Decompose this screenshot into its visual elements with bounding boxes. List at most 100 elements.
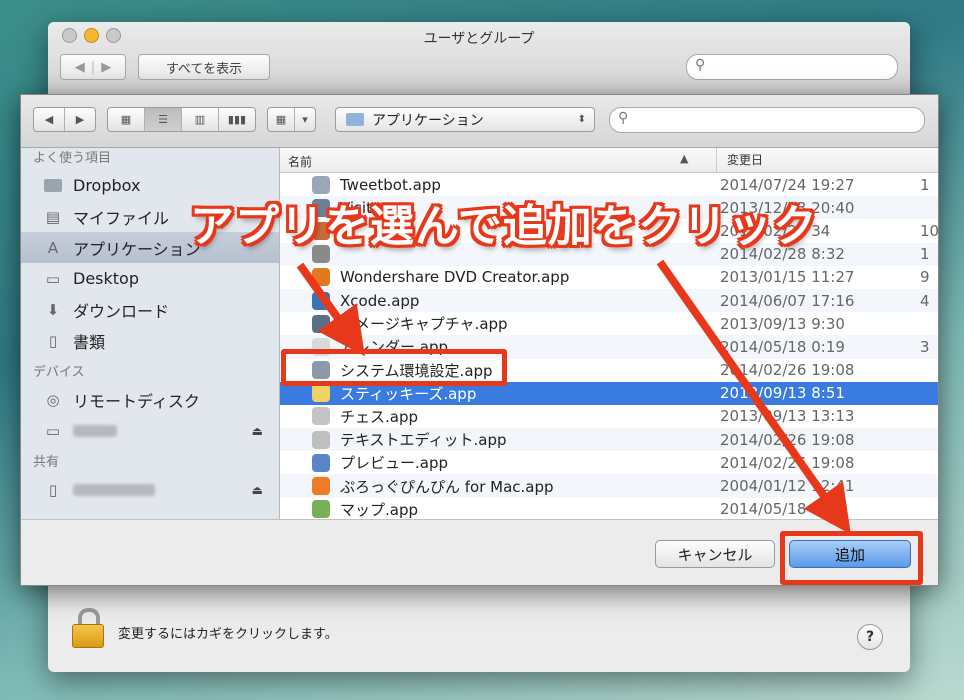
updown-chevron-icon: ⬍: [577, 114, 586, 125]
sidebar-item-label: マイファイル: [73, 208, 170, 228]
file-size: 3: [920, 337, 930, 356]
table-row[interactable]: テキストエディット.app 2014/02/26 19:08: [280, 428, 938, 452]
name-column-header[interactable]: 名前: [288, 153, 312, 170]
sidebar-item-device-blurred[interactable]: ▭ ⏏: [21, 415, 279, 446]
lock-label: 変更するにはカギをクリックします。: [118, 627, 338, 642]
location-label: アプリケーション: [372, 112, 484, 129]
icon-view-icon[interactable]: ▦: [108, 108, 145, 131]
file-date: 2013/09/13 13:13: [720, 407, 855, 426]
file-name: Xcode.app: [340, 291, 420, 310]
folder-icon: [346, 113, 364, 126]
file-size: 4: [920, 291, 930, 310]
blurred-shared-name: [73, 483, 155, 496]
search-icon: ⚲: [618, 110, 629, 126]
favorites-heading: よく使う項目: [33, 151, 112, 166]
table-row[interactable]: Xcode.app 2014/06/07 17:16 4: [280, 288, 938, 313]
all-my-files-icon: ▤: [45, 207, 61, 226]
location-popup[interactable]: アプリケーション ⬍: [335, 107, 595, 132]
eject-icon[interactable]: ⏏: [252, 424, 263, 438]
table-row[interactable]: Wondershare DVD Creator.app 2013/01/15 11…: [280, 266, 938, 289]
file-name: Wondershare DVD Creator.app: [340, 268, 570, 287]
file-size: 9: [920, 268, 930, 287]
file-name: マップ.app: [340, 500, 419, 519]
desktop-icon: ▭: [45, 269, 61, 288]
eject-icon[interactable]: ⏏: [252, 483, 263, 497]
file-name: イメージキャプチャ.app: [340, 315, 508, 334]
sidebar-item-documents[interactable]: ▯ 書類: [21, 325, 279, 356]
file-name: チェス.app: [340, 407, 419, 426]
applications-icon: A: [47, 238, 59, 257]
sidebar-item-label: ダウンロード: [73, 301, 170, 321]
prefs-search-field[interactable]: ⚲: [686, 54, 898, 80]
sidebar-item-label: リモートディスク: [73, 391, 200, 411]
app-icon: [312, 291, 330, 310]
file-date: 2014/02/26 19:08: [720, 453, 855, 472]
file-size: 1: [920, 175, 930, 194]
app-icon: [312, 314, 330, 333]
list-view-icon[interactable]: ☰: [145, 108, 182, 131]
view-mode-control[interactable]: ▦ ☰ ▥ ▮▮▮: [107, 107, 256, 132]
back-forward-buttons[interactable]: ◀ | ▶: [60, 54, 126, 80]
file-date: 2004/01/12 12:41: [720, 477, 855, 496]
app-icon: [312, 477, 330, 496]
app-icon: [312, 430, 330, 449]
shared-heading: 共有: [33, 455, 60, 470]
arrange-menu[interactable]: ▦ ▾: [267, 107, 316, 132]
file-date: 2013/09/13 9:30: [720, 314, 845, 333]
table-row[interactable]: ぷろっぐぴんぴん for Mac.app 2004/01/12 12:41: [280, 474, 938, 498]
computer-icon: ▯: [48, 480, 58, 499]
sidebar-item-shared-blurred[interactable]: ▯ ⏏: [21, 474, 279, 505]
search-icon: ⚲: [695, 57, 706, 73]
devices-heading: デバイス: [33, 365, 85, 380]
app-icon: [312, 407, 330, 426]
sidebar-item-label: 書類: [73, 332, 106, 352]
sidebar-item-label: アプリケーション: [73, 239, 201, 259]
instruction-banner: アプリを選んで追加をクリック: [190, 201, 818, 252]
forward-arrow-icon[interactable]: ▶: [101, 60, 111, 75]
window-titlebar: ユーザとグループ ◀ | ▶ すべてを表示 ⚲: [48, 22, 910, 95]
open-file-sheet: ◀ ▶ ▦ ☰ ▥ ▮▮▮ ▦ ▾ アプリケーション ⬍ ⚲ よく使う項目 Dr…: [20, 94, 939, 586]
lock-icon[interactable]: [72, 608, 104, 648]
file-name: プレビュー.app: [340, 454, 449, 473]
file-date: 2013/09/13 8:51: [720, 384, 845, 403]
column-view-icon[interactable]: ▥: [182, 108, 219, 131]
sidebar-item-downloads[interactable]: ⬇ ダウンロード: [21, 294, 279, 325]
forward-arrow-icon[interactable]: ▶: [65, 108, 95, 131]
sidebar-item-desktop[interactable]: ▭ Desktop: [21, 263, 279, 294]
highlight-add-button: [780, 531, 923, 585]
file-date: 2013/01/15 11:27: [720, 268, 855, 287]
cancel-button[interactable]: キャンセル: [655, 540, 775, 568]
file-name: ぷろっぐぴんぴん for Mac.app: [340, 477, 554, 496]
table-row[interactable]: チェス.app 2013/09/13 13:13: [280, 405, 938, 428]
table-row[interactable]: マップ.app 2014/05/18 19: [280, 498, 938, 519]
coverflow-view-icon[interactable]: ▮▮▮: [219, 108, 255, 131]
chevron-down-icon[interactable]: ▾: [295, 108, 315, 131]
file-size: 1: [920, 245, 930, 264]
show-all-button[interactable]: すべてを表示: [138, 54, 270, 80]
table-row[interactable]: イメージキャプチャ.app 2013/09/13 9:30: [280, 312, 938, 335]
folder-icon: [43, 177, 63, 195]
sidebar-item-label: Dropbox: [73, 176, 141, 195]
table-row[interactable]: プレビュー.app 2014/02/26 19:08: [280, 451, 938, 474]
file-date: 2014/02/26 19:08: [720, 430, 855, 449]
sidebar-item-remote-disc[interactable]: ◎ リモートディスク: [21, 384, 279, 415]
blurred-device-name: [73, 424, 117, 437]
back-arrow-icon[interactable]: ◀: [75, 60, 85, 75]
nav-back-forward[interactable]: ◀ ▶: [33, 107, 96, 132]
arrange-icon[interactable]: ▦: [268, 108, 295, 131]
file-date: 2014/05/18 0:19: [720, 337, 845, 356]
documents-icon: ▯: [48, 331, 58, 350]
help-button[interactable]: ?: [857, 624, 883, 650]
app-icon: [312, 500, 330, 519]
file-search-field[interactable]: ⚲: [609, 107, 925, 133]
sheet-toolbar: ◀ ▶ ▦ ☰ ▥ ▮▮▮ ▦ ▾ アプリケーション ⬍ ⚲: [21, 95, 938, 148]
app-icon: [312, 384, 330, 403]
highlight-selected-app: [281, 349, 507, 386]
column-header: 名前 ▲ 変更日: [280, 148, 938, 173]
file-name: テキストエディット.app: [340, 431, 507, 450]
file-date: 2014/02/26 19:08: [720, 361, 855, 380]
back-arrow-icon[interactable]: ◀: [34, 108, 65, 131]
remote-disc-icon: ◎: [46, 390, 60, 409]
file-date: 2014/05/18 19: [720, 500, 831, 519]
date-column-header[interactable]: 変更日: [716, 148, 763, 172]
